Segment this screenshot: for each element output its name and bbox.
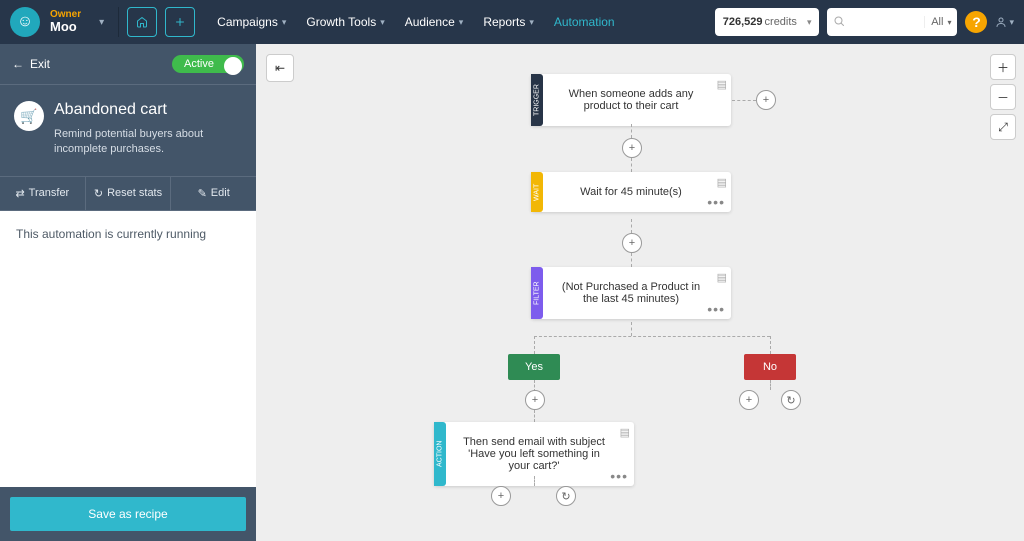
add-step-button[interactable]: + <box>622 138 642 158</box>
reconnect-button[interactable]: ↻ <box>781 390 801 410</box>
home-button[interactable] <box>127 7 157 37</box>
status-label: Active <box>184 58 214 70</box>
recipe-title: Abandoned cart <box>54 101 242 119</box>
transfer-icon: ⇄ <box>15 187 24 200</box>
zoom-in-button[interactable]: ＋ <box>990 54 1016 80</box>
owner-switch-chevron-icon[interactable]: ▾ <box>93 13 110 32</box>
node-tab-action: ACTION <box>434 422 446 486</box>
node-menu-button[interactable]: ••• <box>610 468 628 484</box>
chevron-down-icon: ▾ <box>529 17 534 28</box>
credits-button[interactable]: 726,529 credits ▾ <box>715 8 820 36</box>
flow-node-trigger[interactable]: TRIGGER When someone adds any product to… <box>531 74 731 126</box>
reconnect-button[interactable]: ↻ <box>556 486 576 506</box>
cart-icon: 🛒 <box>14 101 44 131</box>
main-nav: Campaigns▾ Growth Tools▾ Audience▾ Repor… <box>217 15 614 29</box>
credits-label: credits <box>765 16 797 28</box>
reset-stats-button[interactable]: ↻Reset stats <box>85 177 171 210</box>
owner-name: Moo <box>50 20 81 34</box>
recipe-actions: ⇄Transfer ↻Reset stats ✎Edit <box>0 176 256 211</box>
edge <box>631 219 632 233</box>
edge <box>631 253 632 267</box>
help-button[interactable]: ? <box>965 11 987 33</box>
automation-status-text: This automation is currently running <box>16 227 206 241</box>
search-input[interactable] <box>851 16 924 28</box>
exit-button[interactable]: ← Exit <box>12 57 50 71</box>
edge <box>631 124 632 138</box>
note-icon[interactable]: ▤ <box>620 426 630 439</box>
edge <box>631 158 632 172</box>
automation-status-toggle[interactable]: Active <box>172 55 244 73</box>
flow-node-filter[interactable]: FILTER (Not Purchased a Product in the l… <box>531 267 731 319</box>
zoom-controls: ＋ － ⤢ <box>990 54 1016 140</box>
node-text: When someone adds any product to their c… <box>553 88 709 112</box>
credits-value: 726,529 <box>723 16 763 28</box>
node-tab-wait: WAIT <box>531 172 543 212</box>
user-menu[interactable]: ▾ <box>995 16 1014 28</box>
add-branch-button[interactable]: + <box>756 90 776 110</box>
edit-button[interactable]: ✎Edit <box>170 177 256 210</box>
edge <box>534 336 770 337</box>
create-button[interactable] <box>165 7 195 37</box>
search-scope[interactable]: All▾ <box>924 16 957 28</box>
note-icon[interactable]: ▤ <box>717 176 727 189</box>
node-tab-filter: FILTER <box>531 267 543 319</box>
divider <box>118 7 119 37</box>
nav-reports[interactable]: Reports▾ <box>483 15 534 29</box>
node-tab-trigger: TRIGGER <box>531 74 543 126</box>
branch-no[interactable]: No <box>744 354 796 380</box>
toggle-knob <box>224 57 242 75</box>
chevron-down-icon: ▾ <box>282 17 287 28</box>
note-icon[interactable]: ▤ <box>717 271 727 284</box>
save-as-recipe-button[interactable]: Save as recipe <box>10 497 246 531</box>
panel-collapse-button[interactable]: ⇤ <box>266 54 294 82</box>
search-box[interactable]: All▾ <box>827 8 957 36</box>
app-logo: ☺ <box>10 7 40 37</box>
add-step-button[interactable]: + <box>622 233 642 253</box>
exit-label: Exit <box>30 57 50 71</box>
nav-automation[interactable]: Automation <box>554 15 615 29</box>
node-text: Then send email with subject 'Have you l… <box>456 436 612 472</box>
add-step-button[interactable]: + <box>525 390 545 410</box>
search-icon <box>827 15 851 30</box>
node-text: (Not Purchased a Product in the last 45 … <box>553 281 709 305</box>
edge <box>534 476 535 486</box>
edge <box>631 322 632 336</box>
node-text: Wait for 45 minute(s) <box>580 186 682 198</box>
sidebar-body: This automation is currently running <box>0 211 256 487</box>
pencil-icon: ✎ <box>198 187 207 200</box>
arrow-left-icon: ← <box>12 57 24 71</box>
nav-campaigns[interactable]: Campaigns▾ <box>217 15 286 29</box>
add-step-button[interactable]: + <box>739 390 759 410</box>
editor-sidebar: ← Exit Active 🛒 Abandoned cart Remind po… <box>0 44 256 541</box>
fit-screen-button[interactable]: ⤢ <box>990 114 1016 140</box>
edge <box>534 410 535 422</box>
edge <box>770 380 771 390</box>
transfer-button[interactable]: ⇄Transfer <box>0 177 85 210</box>
zoom-out-button[interactable]: － <box>990 84 1016 110</box>
recipe-header: 🛒 Abandoned cart Remind potential buyers… <box>0 85 256 176</box>
edge <box>732 100 756 101</box>
recipe-description: Remind potential buyers about incomplete… <box>54 127 242 158</box>
nav-growth-tools[interactable]: Growth Tools▾ <box>306 15 384 29</box>
owner-block: Owner Moo <box>50 9 81 34</box>
automation-canvas[interactable]: ⇤ ＋ － ⤢ TRIGGER When someone adds any pr… <box>256 44 1024 541</box>
branch-yes[interactable]: Yes <box>508 354 560 380</box>
note-icon[interactable]: ▤ <box>717 78 727 91</box>
nav-audience[interactable]: Audience▾ <box>405 15 464 29</box>
reset-icon: ↻ <box>94 187 103 200</box>
edge <box>770 336 771 354</box>
chevron-down-icon: ▾ <box>807 17 812 28</box>
chevron-down-icon: ▾ <box>380 17 385 28</box>
flow-node-wait[interactable]: WAIT Wait for 45 minute(s) ▤ ••• <box>531 172 731 212</box>
edge <box>534 336 535 354</box>
node-menu-button[interactable]: ••• <box>707 301 725 317</box>
node-menu-button[interactable]: ••• <box>707 194 725 210</box>
chevron-down-icon: ▾ <box>459 17 464 28</box>
top-nav: ☺ Owner Moo ▾ Campaigns▾ Growth Tools▾ A… <box>0 0 1024 44</box>
add-step-button[interactable]: + <box>491 486 511 506</box>
